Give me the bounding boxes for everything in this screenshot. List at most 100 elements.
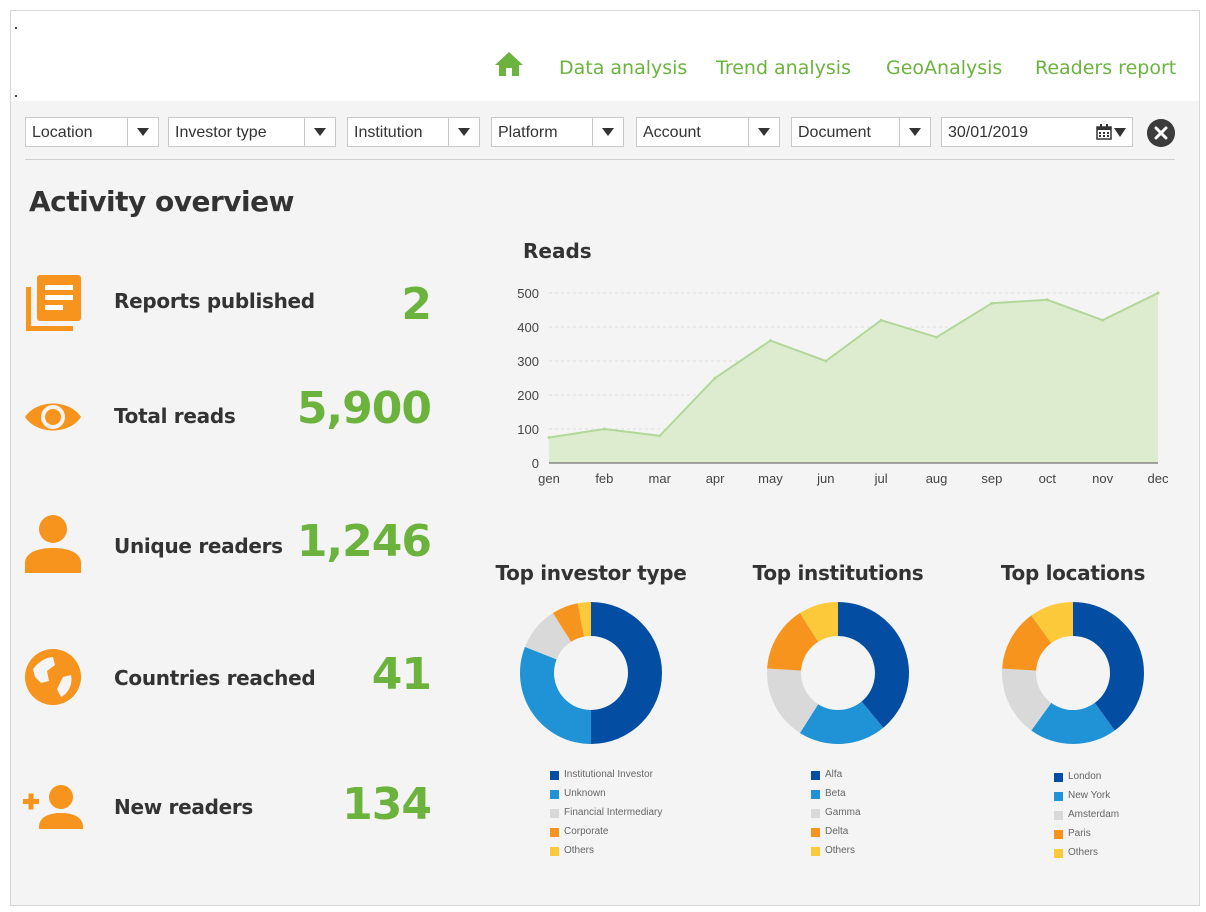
legend-item: Others: [811, 845, 861, 864]
reports-icon: [26, 275, 81, 331]
nav-geoanalysis[interactable]: GeoAnalysis: [886, 57, 1002, 79]
legend-label: Beta: [825, 788, 846, 799]
data-point: [547, 436, 551, 439]
investor-type-filter-label: Investor type: [175, 124, 267, 141]
user-icon: [25, 515, 81, 573]
legend-label: Alfa: [825, 769, 843, 780]
legend-swatch: [811, 828, 820, 837]
legend-swatch: [1054, 849, 1063, 858]
y-tick-label: 300: [517, 354, 539, 369]
eye-icon: [25, 403, 81, 431]
chevron-down-icon[interactable]: [1114, 128, 1126, 137]
data-point: [1101, 318, 1105, 322]
legend-item: New York: [1054, 790, 1119, 809]
dashboard-frame: Data analysis Trend analysis GeoAnalysis…: [10, 10, 1200, 906]
legend-item: Unknown: [550, 788, 662, 807]
home-icon[interactable]: [494, 51, 524, 77]
x-tick-label: dec: [1148, 471, 1169, 486]
globe-icon: [25, 649, 81, 705]
date-picker[interactable]: 30/01/2019: [941, 117, 1133, 147]
data-point: [713, 376, 717, 380]
legend-item: Others: [550, 845, 662, 864]
reads-chart-title: Reads: [523, 239, 592, 263]
x-tick-label: jun: [816, 471, 834, 486]
x-tick-label: mar: [649, 471, 672, 486]
legend-item: Beta: [811, 788, 861, 807]
legend-item: Institutional Investor: [550, 769, 662, 788]
legend-label: Others: [1068, 847, 1099, 858]
x-tick-label: jul: [874, 471, 888, 486]
corner-dot: [15, 95, 17, 97]
data-point: [602, 427, 606, 431]
locations-donut: [1002, 602, 1144, 744]
legend-swatch: [1054, 811, 1063, 820]
date-value[interactable]: 30/01/2019: [948, 124, 1028, 142]
platform-filter[interactable]: Platform: [491, 117, 624, 147]
location-filter[interactable]: Location: [25, 117, 159, 147]
reads-area-chart: 0 100 200 300 400 500 gen feb mar apr may jun jul aug…: [517, 286, 1169, 486]
nav-readers-report[interactable]: Readers report: [1035, 57, 1176, 79]
account-filter[interactable]: Account: [636, 117, 780, 147]
chevron-down-icon[interactable]: [899, 118, 930, 146]
investor-type-legend: Institutional Investor Unknown Financial I…: [550, 769, 662, 864]
legend-swatch: [1054, 773, 1063, 782]
account-filter-label: Account: [643, 124, 701, 141]
legend-label: Others: [825, 845, 856, 856]
page-title: Activity overview: [29, 185, 294, 218]
filter-bar: Location Investor type Institution Platf…: [25, 117, 1185, 151]
kpi-value-countries-reached: 41: [371, 649, 432, 700]
chevron-down-icon[interactable]: [448, 118, 479, 146]
legend-swatch: [811, 809, 820, 818]
legend-item: Amsterdam: [1054, 809, 1119, 828]
x-tick-label: aug: [926, 471, 948, 486]
kpi-label-unique-readers: Unique readers: [114, 534, 283, 558]
chevron-down-icon[interactable]: [592, 118, 623, 146]
legend-label: Amsterdam: [1068, 809, 1120, 820]
institution-filter-label: Institution: [354, 124, 423, 141]
platform-filter-label: Platform: [498, 124, 558, 141]
legend-item: Delta: [811, 826, 861, 845]
legend-item: Paris: [1054, 828, 1119, 847]
investor-type-chart-title: Top investor type: [495, 561, 687, 585]
document-filter-label: Document: [798, 124, 871, 141]
locations-legend: London New York Amsterdam Paris Others: [1054, 771, 1119, 866]
institution-filter[interactable]: Institution: [347, 117, 480, 147]
calendar-icon[interactable]: [1096, 124, 1112, 140]
kpi-value-total-reads: 5,900: [296, 383, 432, 434]
x-tick-label: may: [758, 471, 783, 486]
nav-trend-analysis[interactable]: Trend analysis: [716, 57, 851, 79]
legend-item: Alfa: [811, 769, 861, 788]
kpi-value-new-readers: 134: [342, 779, 432, 830]
location-filter-label: Location: [32, 124, 93, 141]
data-point: [824, 359, 828, 363]
legend-label: New York: [1068, 790, 1111, 801]
legend-label: Unknown: [564, 788, 606, 799]
legend-swatch: [550, 771, 559, 780]
document-filter[interactable]: Document: [791, 117, 931, 147]
top-navigation-bar: Data analysis Trend analysis GeoAnalysis…: [11, 11, 1199, 101]
chevron-down-icon[interactable]: [304, 118, 335, 146]
data-point: [1156, 291, 1160, 295]
chevron-down-icon[interactable]: [127, 118, 158, 146]
legend-label: Paris: [1068, 828, 1091, 839]
donut-slice: [591, 602, 662, 744]
reads-area: [549, 293, 1158, 463]
legend-swatch: [1054, 792, 1063, 801]
data-point: [658, 434, 662, 438]
legend-swatch: [811, 847, 820, 856]
x-tick-label: nov: [1092, 471, 1113, 486]
legend-swatch: [550, 828, 559, 837]
chevron-down-icon[interactable]: [748, 118, 779, 146]
clear-filters-button[interactable]: [1147, 119, 1175, 147]
nav-data-analysis[interactable]: Data analysis: [559, 57, 687, 79]
x-tick-label: oct: [1039, 471, 1057, 486]
data-point: [1045, 298, 1049, 302]
legend-label: Gamma: [825, 807, 861, 818]
legend-label: Corporate: [564, 826, 609, 837]
legend-swatch: [1054, 830, 1063, 839]
x-tick-label: gen: [538, 471, 560, 486]
investor-type-filter[interactable]: Investor type: [168, 117, 336, 147]
institutions-donut: [767, 602, 909, 744]
y-tick-label: 400: [517, 320, 539, 335]
x-tick-label: sep: [981, 471, 1002, 486]
